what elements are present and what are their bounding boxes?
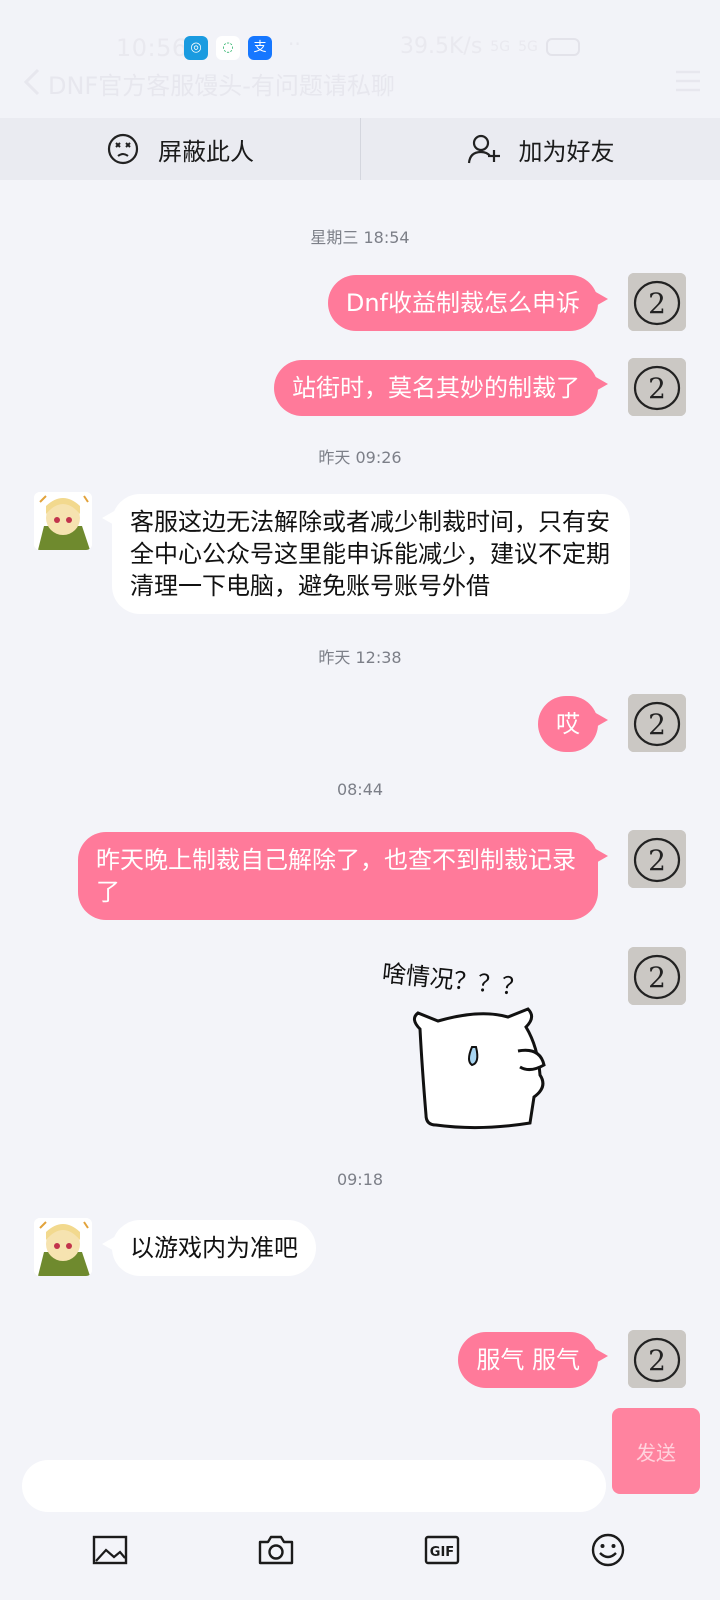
- support-message-bubble[interactable]: 客服这边无法解除或者减少制裁时间，只有安全中心公众号这里能申诉能减少，建议不定期…: [102, 494, 630, 614]
- avatar-text: 2: [648, 708, 666, 741]
- support-avatar[interactable]: [34, 492, 92, 550]
- my-avatar[interactable]: 2: [628, 947, 686, 1005]
- block-user-button[interactable]: 屏蔽此人: [0, 118, 360, 180]
- anime-character-avatar-image: [34, 1218, 92, 1276]
- anime-character-avatar-image: [34, 492, 92, 550]
- my-message-bubble[interactable]: Dnf收益制裁怎么申诉: [327, 275, 609, 331]
- avatar-text: 2: [648, 372, 666, 405]
- chat-title: DNF官方客服馒头-有问题请私聊: [48, 72, 395, 100]
- camera-icon[interactable]: [256, 1530, 296, 1570]
- add-friend-label: 加为好友: [518, 137, 615, 166]
- confused-cow-sticker[interactable]: 啥情况？？？: [380, 947, 580, 1137]
- my-message-bubble[interactable]: 服气 服气: [458, 1332, 608, 1388]
- handwritten-2-avatar-image: 2: [628, 273, 686, 331]
- block-user-label: 屏蔽此人: [158, 137, 254, 166]
- avatar-text: 2: [648, 961, 666, 994]
- support-message-bubble[interactable]: 以游戏内为准吧: [102, 1220, 316, 1276]
- title-bar: DNF官方客服馒头-有问题请私聊: [0, 60, 720, 104]
- block-face-icon: [107, 133, 139, 165]
- gif-icon[interactable]: GIF: [422, 1530, 462, 1570]
- my-avatar[interactable]: 2: [628, 830, 686, 888]
- status-right: 39.5K/s 5G 5G: [400, 34, 580, 59]
- my-avatar[interactable]: 2: [628, 1330, 686, 1388]
- handwritten-2-avatar-image: 2: [628, 1330, 686, 1388]
- battery-icon: [545, 37, 580, 56]
- message-timestamp: 08:44: [336, 780, 384, 799]
- more-notifications-icon: ··: [288, 32, 301, 56]
- handwritten-2-avatar-image: 2: [628, 830, 686, 888]
- send-button[interactable]: 发送: [612, 1408, 700, 1494]
- handwritten-2-avatar-image: 2: [628, 358, 686, 416]
- avatar-text: 2: [648, 844, 666, 877]
- handwritten-2-avatar-image: 2: [628, 947, 686, 1005]
- avatar-text: 2: [648, 1344, 666, 1377]
- alipay-notification-icon: 支: [248, 36, 272, 60]
- add-friend-button[interactable]: 加为好友: [360, 118, 720, 180]
- my-message-bubble[interactable]: 哎: [538, 696, 608, 752]
- wechat-notification-icon: ◌: [216, 36, 240, 60]
- my-avatar[interactable]: 2: [628, 358, 686, 416]
- menu-icon[interactable]: [674, 68, 702, 94]
- my-message-bubble[interactable]: 站街时，莫名其妙的制裁了: [274, 360, 608, 416]
- message-timestamp: 09:18: [336, 1170, 384, 1189]
- action-bar: 屏蔽此人 加为好友: [0, 118, 720, 180]
- message-timestamp: 昨天 12:38: [318, 648, 402, 667]
- add-user-icon: [467, 134, 500, 164]
- emoji-icon[interactable]: [588, 1530, 628, 1570]
- network-speed: 39.5K/s: [400, 34, 483, 59]
- back-arrow-icon[interactable]: [20, 66, 44, 98]
- support-avatar[interactable]: [34, 1218, 92, 1276]
- status-app-icons: ◎ ◌ 支: [184, 36, 272, 60]
- status-time: 10:56: [116, 34, 188, 62]
- my-message-bubble[interactable]: 昨天晚上制裁自己解除了，也查不到制裁记录了: [78, 832, 608, 920]
- handwritten-2-avatar-image: 2: [628, 694, 686, 752]
- message-timestamp: 星期三 18:54: [310, 228, 410, 247]
- image-icon[interactable]: [90, 1530, 130, 1570]
- my-avatar[interactable]: 2: [628, 273, 686, 331]
- message-input[interactable]: [22, 1460, 606, 1512]
- signal-icon-2: 5G: [518, 38, 538, 55]
- signal-icon: 5G: [490, 38, 511, 55]
- app-notification-icon: ◎: [184, 36, 208, 60]
- composer-toolbar: GIF: [0, 1530, 720, 1586]
- my-avatar[interactable]: 2: [628, 694, 686, 752]
- sticker-caption: 啥情况？？？: [381, 959, 527, 1002]
- chat-message-list[interactable]: 星期三 18:54 Dnf收益制裁怎么申诉 2 站街时，莫名其妙的制裁了 2 昨…: [0, 180, 720, 1440]
- header: 10:56 ◎ ◌ 支 ·· 39.5K/s 5G 5G DNF官方客服馒头-有…: [0, 0, 720, 118]
- avatar-text: 2: [648, 287, 666, 320]
- message-timestamp: 昨天 09:26: [318, 448, 402, 467]
- gif-icon-label: GIF: [430, 1545, 454, 1560]
